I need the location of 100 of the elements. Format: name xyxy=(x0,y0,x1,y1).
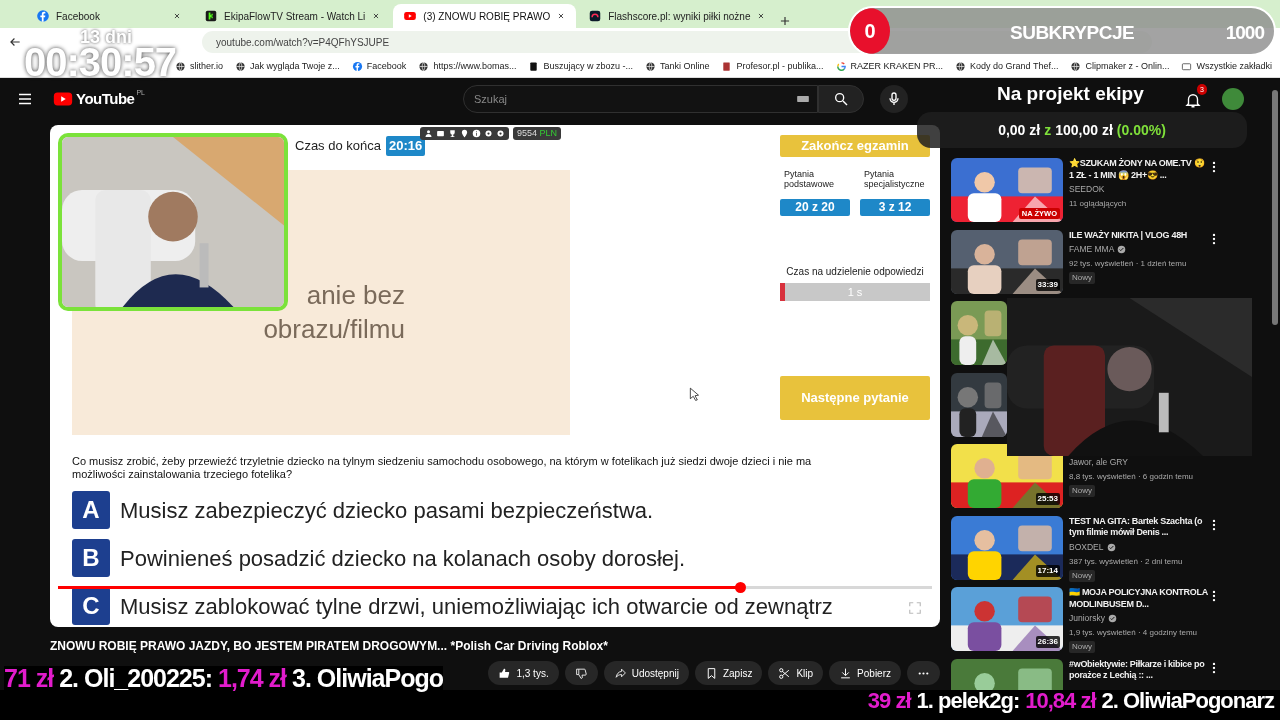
video-title[interactable]: TEST NA GITA: Bartek Szachta (o tym filmie mówił Denis ... xyxy=(1069,515,1211,539)
facebook-icon xyxy=(351,61,363,72)
search-button[interactable] xyxy=(818,85,864,113)
new-badge: Nowy xyxy=(1069,641,1095,654)
channel-name[interactable]: Jawor, ale GRY xyxy=(1069,456,1128,469)
browser-tab[interactable]: EkipaFlowTV Stream - Watch Li xyxy=(194,4,392,28)
card-icon[interactable] xyxy=(436,129,445,138)
goal-target: 100,00 zł xyxy=(1055,120,1113,140)
counter-label: Pytania specjalistyczne xyxy=(863,169,926,192)
clip-button[interactable]: Klip xyxy=(768,661,824,685)
globe-icon xyxy=(955,61,967,72)
donor-name: 3. OliwiaPogo xyxy=(292,666,443,691)
video-title[interactable]: 🇺🇦 MOJA POLICYJNA KONTROLA MODLINBUSEM D... xyxy=(1069,587,1211,611)
trophy-icon[interactable] xyxy=(448,129,457,138)
bookmark[interactable]: Wszystkie zakładki xyxy=(1181,59,1272,74)
search-icon xyxy=(833,91,849,107)
bookmark[interactable]: Jak wygląda Twoje z... xyxy=(234,59,340,74)
channel-name[interactable]: FAME MMA xyxy=(1069,243,1115,256)
pin-icon[interactable] xyxy=(460,129,469,138)
site-icon xyxy=(528,61,540,72)
save-button[interactable]: Zapisz xyxy=(694,661,763,685)
thumbs-up-icon xyxy=(498,666,512,680)
video-meta: 92 tys. wyświetleń · 1 dzień temu xyxy=(1069,257,1187,270)
like-button[interactable]: 1,3 tys. xyxy=(488,661,559,685)
play-logo-icon xyxy=(403,9,418,23)
site-icon xyxy=(721,61,733,72)
balance-label: 9554 PLN xyxy=(513,127,562,140)
mic-button[interactable] xyxy=(880,85,908,113)
info-icon[interactable] xyxy=(472,129,481,138)
donation-amount: 39 zł xyxy=(867,690,911,712)
new-badge: Nowy xyxy=(1069,484,1095,497)
bookmark[interactable]: Profesor.pl - publika... xyxy=(721,59,824,74)
video-title[interactable]: ILE WAŻY NIKITA | VLOG 48H xyxy=(1069,229,1188,242)
globe-icon xyxy=(418,61,430,72)
donor-name: 2. OliwiaPogonarz xyxy=(1101,690,1274,712)
video-title: ZNOWU ROBIĘ PRAWO JAZDY, BO JESTEM PIRATEM DROGOWYM... *Polish Car Driving Roblox* xyxy=(50,638,609,655)
goal-title: Na projekt ekipy xyxy=(997,82,1144,106)
person-icon[interactable] xyxy=(424,129,433,138)
duration-label: 25:53 xyxy=(1035,493,1060,505)
subscriber-count: 0 xyxy=(850,8,890,54)
counter-value: 20 z 20 xyxy=(780,199,850,216)
channel-name[interactable]: Juniorsky xyxy=(1069,612,1105,626)
goal-separator: z xyxy=(1044,120,1052,140)
bookmark[interactable]: slither.io xyxy=(174,59,223,74)
g-logo-icon xyxy=(835,61,847,72)
bookmark[interactable]: Facebook xyxy=(351,59,407,74)
answer-text[interactable]: Powinieneś posadzić dziecko na kolanach osoby dorosłej. xyxy=(120,541,685,575)
counter-value: 3 z 12 xyxy=(860,199,930,216)
subscriber-target: 1000 xyxy=(1225,21,1264,45)
video-title[interactable]: ⭐SZUKAM ŻONY NA OME.TV 😲 1 ZŁ - 1 MIN 😱 2H+😎 ... xyxy=(1069,158,1211,182)
video-meta: 1,9 tys. wyświetleń · 4 godziny temu xyxy=(1069,627,1198,640)
cursor-icon xyxy=(688,387,702,401)
browser-tab[interactable]: (3) ZNOWU ROBIĘ PRAWO xyxy=(393,4,577,28)
k-logo-icon xyxy=(204,9,218,23)
browser-tab[interactable]: Flashscore.pl: wyniki piłki nożne xyxy=(578,4,777,28)
share-button[interactable]: Udostępnij xyxy=(603,661,689,685)
scrubber-handle[interactable] xyxy=(734,582,746,593)
video-player[interactable] xyxy=(50,125,940,627)
donation-amount: 71 zł xyxy=(4,666,54,691)
bookmark[interactable]: Buszujący w zbozu -... xyxy=(528,59,633,74)
goal-percent: (0.00%) xyxy=(1116,120,1166,140)
goal-amount: 0,00 zł xyxy=(998,120,1041,140)
scrollbar[interactable] xyxy=(1272,90,1278,325)
bookmark[interactable]: Clipmaker z - Onlin... xyxy=(1070,59,1170,74)
channel-name[interactable]: SEEDOK xyxy=(1069,183,1105,197)
share-icon xyxy=(613,666,627,680)
thumbs-down-icon xyxy=(574,666,588,680)
channel-name[interactable]: BOXDEL xyxy=(1069,540,1104,554)
duration-label: 26:36 xyxy=(1035,636,1060,648)
globe-icon xyxy=(234,61,246,72)
download-button[interactable]: Pobierz xyxy=(829,661,901,685)
video-meta: 8,8 tys. wyświetleń · 6 godzin temu xyxy=(1069,470,1194,483)
browser-tab[interactable]: Facebook xyxy=(26,4,192,28)
download-icon xyxy=(839,666,853,680)
bookmark[interactable]: Kody do Grand Thef... xyxy=(955,59,1059,74)
answer-text[interactable]: Musisz zabezpieczyć dziecko pasami bezpieczeństwa. xyxy=(120,493,654,527)
video-title[interactable]: #wObiektywie: Piłkarze i kibice po porażce z Lechią :: ... xyxy=(1069,658,1211,682)
dislike-button[interactable] xyxy=(564,661,598,685)
bookmark[interactable]: RAZER KRAKEN PR... xyxy=(835,59,944,74)
answer-letter[interactable]: B xyxy=(72,539,110,578)
donation-amount: 1,74 zł xyxy=(218,666,287,691)
placeholder-text: anie bez xyxy=(306,278,405,312)
answer-letter[interactable]: A xyxy=(72,491,110,530)
mic-icon xyxy=(886,91,902,107)
answer-letter[interactable]: C xyxy=(72,587,110,626)
donor-name: 1. pelek2g: xyxy=(916,690,1020,712)
video-meta: 387 tys. wyświetleń · 2 dni temu xyxy=(1069,555,1183,568)
answer-text[interactable]: Musisz zablokować tylne drzwi, uniemożliwiając ich otwarcie od zewnątrz xyxy=(120,589,833,623)
counter-label: Pytania podstawowe xyxy=(783,169,836,192)
facebook-icon xyxy=(36,9,50,23)
placeholder-text: obrazu/filmu xyxy=(263,312,405,346)
search-field[interactable]: Szukaj xyxy=(463,85,818,113)
back-icon[interactable] xyxy=(8,35,22,49)
bookmark[interactable]: Tanki Online xyxy=(644,59,710,74)
video-meta: 11 oglądających xyxy=(1069,198,1127,211)
globe-icon xyxy=(644,61,656,72)
new-badge: Nowy xyxy=(1069,569,1095,582)
question-text: Co musisz zrobić, żeby przewieźć trzyletnie dziecko na tylnym siedzeniu samochodu osobowego, na którym w fotelikach już siedzi dwoje dzieci i nie ma możliwości zainstalowania trzeciego fotelika? xyxy=(72,455,813,482)
bookmark[interactable]: https://www.bomas... xyxy=(418,59,517,74)
avatar[interactable] xyxy=(1222,88,1244,110)
